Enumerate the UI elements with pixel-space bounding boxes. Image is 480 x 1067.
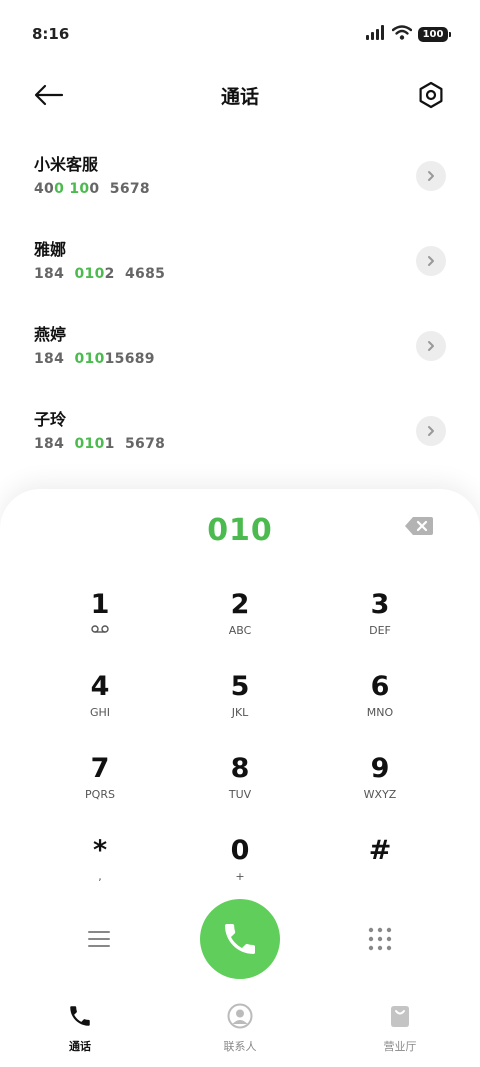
key-2[interactable]: 2 ABC xyxy=(170,581,310,663)
key-digit: 1 xyxy=(90,589,110,620)
contact-item[interactable]: 燕婷 184 01015689 xyxy=(0,303,480,388)
contact-number: 184 0102 4685 xyxy=(34,266,446,282)
number-digits: 2 4685 xyxy=(104,266,166,282)
contact-detail-button[interactable] xyxy=(416,161,446,191)
backspace-button[interactable] xyxy=(404,516,434,536)
number-digits: 184 xyxy=(34,351,75,367)
battery-icon: 100 xyxy=(418,26,451,42)
tab-calls[interactable]: 通话 xyxy=(0,990,160,1067)
call-actions xyxy=(0,889,480,989)
backspace-icon xyxy=(405,517,433,535)
contact-detail-button[interactable] xyxy=(416,331,446,361)
key-letters: MNO xyxy=(366,706,394,719)
key-digit: 5 xyxy=(230,671,250,702)
chevron-right-icon xyxy=(428,171,434,181)
key-letters: TUV xyxy=(228,788,252,801)
key-letters: ABC xyxy=(228,624,252,637)
status-icons: 100 xyxy=(366,24,451,44)
status-time: 8:16 xyxy=(32,25,70,43)
matched-digits: 10 xyxy=(69,181,90,197)
matched-digits: 0 xyxy=(54,181,65,197)
key-digit: 6 xyxy=(370,671,390,702)
key-digit: 9 xyxy=(370,753,390,784)
chevron-right-icon xyxy=(428,426,434,436)
contacts-icon xyxy=(226,1002,254,1030)
settings-hexagon-icon xyxy=(419,81,443,109)
key-8[interactable]: 8 TUV xyxy=(170,745,310,827)
key-digit: 8 xyxy=(230,753,250,784)
signal-icon xyxy=(366,24,386,44)
tab-service-hall[interactable]: 营业厅 xyxy=(320,990,480,1067)
contact-number: 400 100 5678 xyxy=(34,181,446,197)
key-letters: WXYZ xyxy=(363,788,397,801)
contact-name: 小米客服 xyxy=(34,155,99,174)
key-1[interactable]: 1 xyxy=(30,581,170,663)
key-5[interactable]: 5 JKL xyxy=(170,663,310,745)
dialpad-icon xyxy=(368,927,392,951)
key-digit: 4 xyxy=(90,671,110,702)
number-digits: 40 xyxy=(34,181,55,197)
key-letters: + xyxy=(235,870,245,883)
status-bar: 8:16 100 xyxy=(0,0,480,68)
key-digit: 7 xyxy=(90,753,110,784)
contact-name: 子玲 xyxy=(34,410,67,429)
key-digit: 2 xyxy=(230,589,250,620)
key-digit: 0 xyxy=(230,835,250,866)
contact-match-list: 小米客服 400 100 5678 雅娜 184 0102 4685 燕婷 18… xyxy=(0,133,480,473)
key-letters: PQRS xyxy=(85,788,115,801)
key-letters: JKL xyxy=(231,706,249,719)
number-digits: 0 5678 xyxy=(89,181,150,197)
key-digit: * xyxy=(92,835,108,866)
key-letters: GHI xyxy=(89,706,111,719)
matched-digits: 010 xyxy=(74,351,105,367)
keypad-toggle-button[interactable] xyxy=(360,921,400,957)
contact-name: 雅娜 xyxy=(34,240,67,259)
key-7[interactable]: 7 PQRS xyxy=(30,745,170,827)
shop-bag-icon xyxy=(386,1002,414,1030)
number-digits: 15689 xyxy=(104,351,155,367)
phone-icon xyxy=(225,924,255,954)
matched-digits: 010 xyxy=(74,436,105,452)
contact-detail-button[interactable] xyxy=(416,246,446,276)
tab-label: 联系人 xyxy=(223,1040,257,1053)
contact-name: 燕婷 xyxy=(34,325,67,344)
chevron-right-icon xyxy=(428,341,434,351)
dialer-panel: 010 1 2 ABC 3 DEF 4 GHI 5 JKL 6 MNO 7 PQRS 8 TUV 9 WXYZ *… xyxy=(0,489,480,1009)
key-letters: DEF xyxy=(369,624,391,637)
key-9[interactable]: 9 WXYZ xyxy=(310,745,450,827)
keypad: 1 2 ABC 3 DEF 4 GHI 5 JKL 6 MNO 7 PQRS 8 TUV 9 WXYZ *, 0 + # xyxy=(30,581,450,909)
menu-button[interactable] xyxy=(79,921,119,957)
contact-item[interactable]: 小米客服 400 100 5678 xyxy=(0,133,480,218)
contact-number: 184 01015689 xyxy=(34,351,446,367)
call-button[interactable] xyxy=(200,899,280,979)
key-6[interactable]: 6 MNO xyxy=(310,663,450,745)
tab-contacts[interactable]: 联系人 xyxy=(160,990,320,1067)
contact-item[interactable]: 雅娜 184 0102 4685 xyxy=(0,218,480,303)
back-arrow-icon xyxy=(34,84,64,106)
header: 通话 xyxy=(0,70,480,120)
voicemail-icon xyxy=(91,624,109,638)
key-3[interactable]: 3 DEF xyxy=(310,581,450,663)
number-digits: 184 xyxy=(34,266,75,282)
key-4[interactable]: 4 GHI xyxy=(30,663,170,745)
menu-icon xyxy=(88,931,110,947)
contact-item[interactable]: 子玲 184 0101 5678 xyxy=(0,388,480,473)
settings-button[interactable] xyxy=(414,78,448,112)
chevron-right-icon xyxy=(428,256,434,266)
contact-number: 184 0101 5678 xyxy=(34,436,446,452)
matched-digits: 010 xyxy=(74,266,105,282)
page-title: 通话 xyxy=(220,85,259,108)
key-digit: # xyxy=(368,835,392,866)
tab-label: 营业厅 xyxy=(383,1040,417,1053)
tab-label: 通话 xyxy=(69,1040,91,1053)
back-button[interactable] xyxy=(32,78,66,112)
wifi-icon xyxy=(391,24,413,44)
number-digits: 184 xyxy=(34,436,75,452)
contact-detail-button[interactable] xyxy=(416,416,446,446)
phone-icon xyxy=(66,1002,94,1030)
number-digits: 1 5678 xyxy=(104,436,166,452)
key-digit: 3 xyxy=(370,589,390,620)
key-letters: , xyxy=(98,870,102,883)
bottom-tab-bar: 通话 联系人 营业厅 xyxy=(0,990,480,1067)
